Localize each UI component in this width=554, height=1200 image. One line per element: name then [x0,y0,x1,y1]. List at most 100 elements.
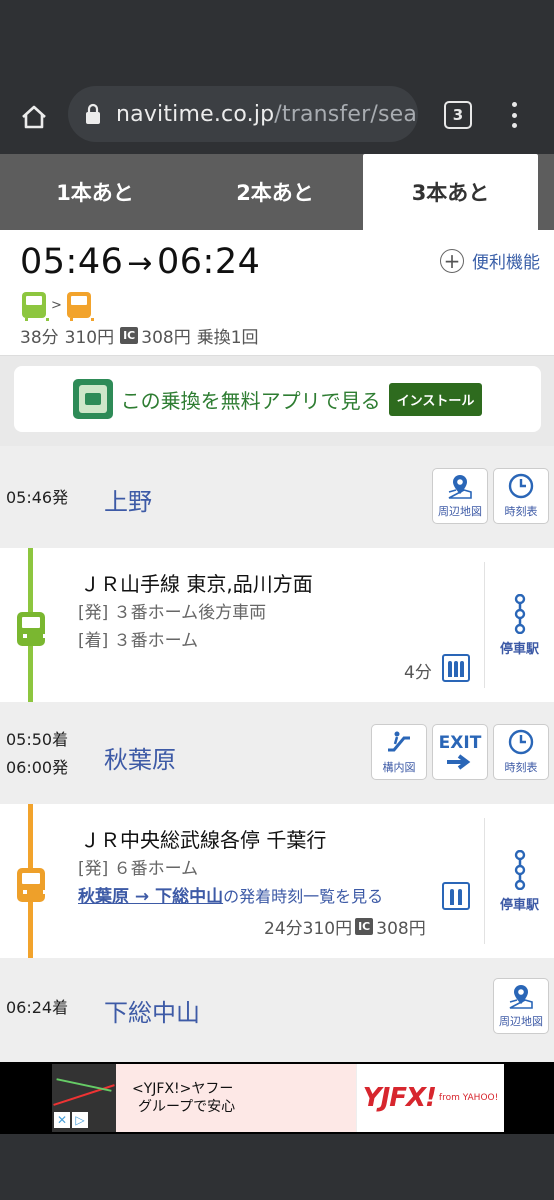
timetable-link-suffix: の発着時刻一覧を見る [223,887,384,906]
ad-line-2: グループで安心 [138,1099,236,1115]
plus-icon: + [440,248,464,273]
tab-switcher-button[interactable]: 3 [444,101,472,129]
station-arrival-time: 05:50着 [6,730,69,749]
station-name[interactable]: 下総中山 [104,993,200,1028]
station-name[interactable]: 上野 [104,482,152,517]
escalator-icon [388,731,410,752]
car-position-icon[interactable] [442,654,470,682]
transport-icons: > [22,292,94,321]
platform-departure: [発] ６番ホーム [78,859,199,879]
platform-arrival: [着] ３番ホーム [78,631,199,651]
station-akihabara: 05:50着 06:00発 秋葉原 構内図 EXIT 時刻表 [0,702,554,804]
segment-fare-info: 24分 310円 IC 308円 [264,914,426,939]
map-button[interactable]: 周辺地図 [432,468,488,524]
segment-duration: 4分 [404,663,432,683]
ad-line-1: <YJFX!>ヤフー [132,1081,234,1097]
app-icon [72,379,113,419]
segment-fare: 310円 [302,919,353,939]
feature-label: 便利機能 [472,253,540,273]
timetable-button-label: 時刻表 [504,505,538,518]
ad-logo-text: YJFX! [362,1083,437,1113]
url-text: navitime.co.jp/transfer/searc [116,101,418,127]
ic-fare: 308円 [141,328,191,348]
train-icon [17,868,47,902]
dot-icon [511,102,517,107]
station-map-label: 構内図 [382,761,416,774]
transfer-count: 乗換1回 [196,328,259,348]
duration: 38分 [20,328,59,348]
tab-next-2[interactable]: 2本あと [185,154,365,230]
install-button[interactable]: インストール [388,382,483,416]
train-icon [66,292,94,321]
map-button[interactable]: 周辺地図 [493,978,549,1034]
timetable-button-label: 時刻表 [504,761,538,774]
stops-button[interactable]: 停車駅 [484,562,554,688]
segment-ic-fare: 308円 [376,919,426,939]
browser-toolbar: navitime.co.jp/transfer/searc 3 [0,76,554,154]
ad-logo-sub: from YAHOO! [438,1093,499,1103]
timetable-link[interactable]: 秋葉原 → 下総中山の発着時刻一覧を見る [78,882,383,907]
dot-icon [511,123,517,128]
app-promo-text: この乗換を無料アプリで見る [120,388,381,413]
car-position-icon[interactable] [442,882,470,910]
exit-label: EXIT [438,733,482,753]
map-button-label: 周辺地図 [499,1015,543,1028]
ad-banner[interactable]: <YJFX!>ヤフー グループで安心 YJFX! from YAHOO! [52,1064,504,1132]
segment-duration: 24分 [264,919,303,939]
summary-details: 38分 310円 IC 308円 乗換1回 [20,323,259,348]
status-bar [0,0,554,76]
app-promo-area: この乗換を無料アプリで見る インストール [0,356,554,446]
depart-time: 05:46 [20,242,124,282]
timetable-button[interactable]: 時刻表 [493,724,549,780]
arrive-time: 06:24 [157,242,261,282]
station-map-button[interactable]: 構内図 [371,724,427,780]
more-menu-button[interactable] [500,98,528,132]
ad-logo: YJFX! from YAHOO! [356,1064,504,1132]
ad-banner-area: <YJFX!>ヤフー グループで安心 YJFX! from YAHOO! ✕ ▷ [0,1062,554,1134]
timetable-link-route: 秋葉原 → 下総中山 [78,887,224,907]
station-ueno: 05:46発 上野 周辺地図 時刻表 [0,446,554,548]
line-name: ＪＲ山手線 東京,品川方面 [80,572,313,596]
close-icon[interactable]: ✕ [54,1112,70,1128]
home-button[interactable] [14,97,54,137]
map-button-label: 周辺地図 [438,505,482,518]
timetable-button[interactable]: 時刻表 [493,468,549,524]
ic-badge: IC [355,918,374,935]
map-pin-icon [448,475,472,499]
fare: 310円 [64,328,115,348]
feature-button[interactable]: + 便利機能 [440,248,540,273]
station-time: 05:46発 [6,488,69,507]
station-time: 06:24着 [6,998,69,1017]
lock-icon [86,103,100,124]
line-name: ＪＲ中央総武線各停 千葉行 [80,828,327,852]
clock-icon [508,473,534,499]
ic-badge: IC [120,327,139,344]
exit-button[interactable]: EXIT [432,724,488,780]
home-icon [22,105,46,129]
stops-label: 停車駅 [499,897,539,913]
platform-departure: [発] ３番ホーム後方車両 [78,603,267,623]
dot-icon [511,112,517,118]
stops-button[interactable]: 停車駅 [484,818,554,944]
route-summary: 05:46 → 06:24 + 便利機能 > 38分 310円 IC 308円 乗換… [0,230,554,356]
segment-chuo-sobu: ＪＲ中央総武線各停 千葉行 [発] ６番ホーム 秋葉原 → 下総中山の発着時刻一… [0,804,554,958]
arrow: → [127,246,154,281]
tab-next-3[interactable]: 3本あと [363,154,538,230]
arrow-right-icon [447,754,471,770]
tab-next-1[interactable]: 1本あと [0,154,190,230]
ad-choices[interactable]: ✕ ▷ [54,1112,90,1128]
url-bar[interactable]: navitime.co.jp/transfer/searc [68,86,418,142]
clock-icon [508,729,534,755]
map-pin-icon [509,985,533,1009]
station-name[interactable]: 秋葉原 [104,740,176,775]
route-tabs: 1本あと 2本あと 3本あと [0,154,554,230]
station-departure-time: 06:00発 [6,758,69,777]
chevron-right-icon: > [51,297,62,313]
app-banner[interactable]: この乗換を無料アプリで見る インストール [14,366,541,432]
segment-yamanote: ＪＲ山手線 東京,品川方面 [発] ３番ホーム後方車両 [着] ３番ホーム 4分… [0,548,554,702]
adchoices-icon[interactable]: ▷ [72,1112,88,1128]
navigation-bar [0,1134,554,1200]
train-icon [22,292,49,321]
stops-icon [514,593,525,634]
station-shimofusa-nakayama: 06:24着 下総中山 周辺地図 [0,958,554,1062]
